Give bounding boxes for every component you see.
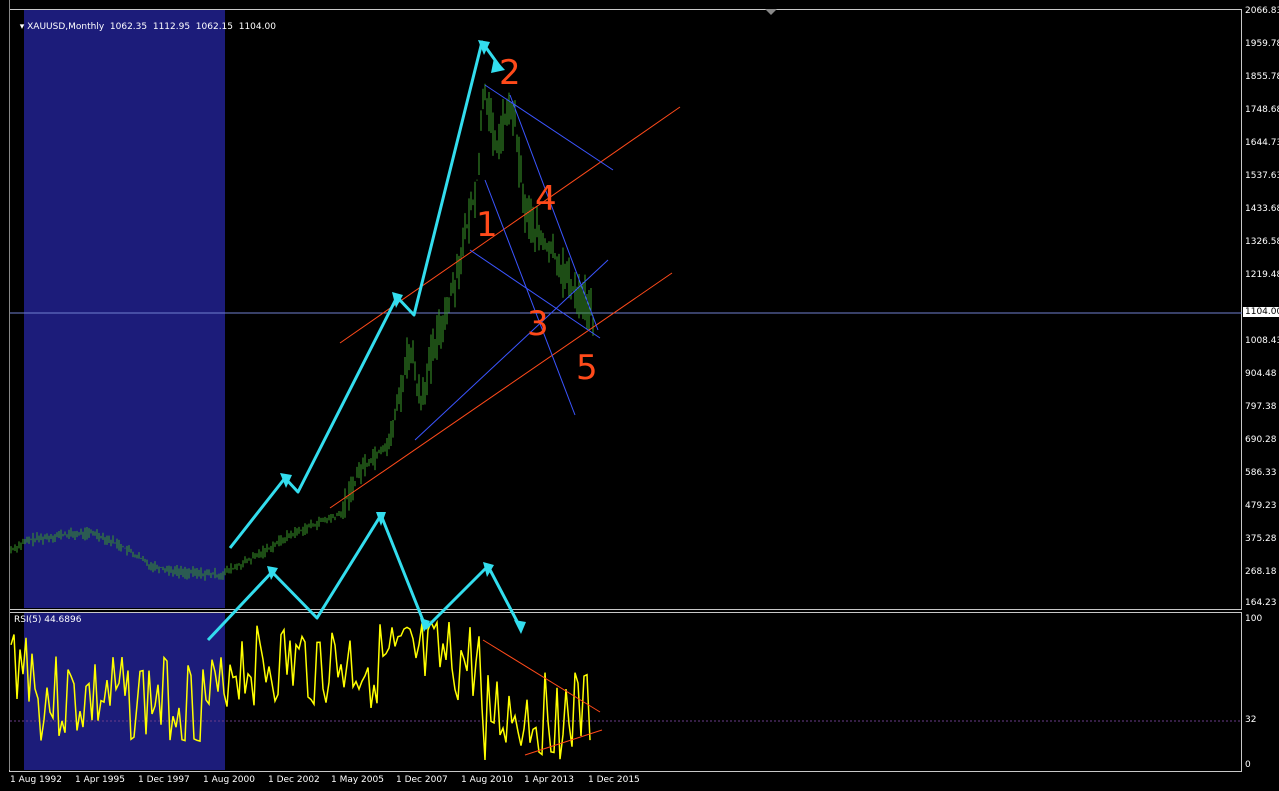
price-axis-label: 1008.43 [1245,336,1279,346]
ohlc-values: 1062.35 1112.95 1062.15 1104.00 [109,22,276,32]
rsi-axis-100: 100 [1245,614,1263,624]
date-axis-label: 1 Aug 2000 [203,775,255,785]
date-axis-label: 1 Dec 2002 [268,775,320,785]
rsi-title: RSI(5) 44.6896 [14,615,82,625]
wave-label-5: 5 [576,348,598,388]
price-axis-label: 586.33 [1245,468,1277,478]
chart-shift-marker-icon[interactable] [765,9,777,15]
price-axis-label: 1433.68 [1245,204,1279,214]
blue-line-1 [484,84,614,171]
wave-label-2: 2 [499,53,521,93]
price-axis-label: 268.18 [1245,567,1277,577]
date-axis-label: 1 Aug 1992 [10,775,62,785]
price-axis-label: 164.23 [1245,598,1277,608]
price-axis-label: 375.28 [1245,534,1277,544]
price-axis-label: 797.38 [1245,402,1277,412]
price-axis-label: 1219.48 [1245,270,1279,280]
price-axis-label: 1959.78 [1245,39,1279,49]
wave-label-3: 3 [527,304,549,344]
current-price-tag: 1104.00 [1243,307,1279,317]
date-axis-label: 1 May 2005 [331,775,384,785]
wave-label-1: 1 [476,205,498,245]
price-axis-label: 1748.68 [1245,105,1279,115]
chart-title: ▾ XAUUSD,Monthly 1062.35 1112.95 1062.15… [14,12,276,32]
rsi-axis-32: 32 [1245,715,1257,725]
blue-line-3 [484,179,576,416]
date-axis-label: 1 Dec 1997 [138,775,190,785]
highlight-region-price [24,10,225,608]
arrowhead-icon [514,620,526,634]
price-axis-label: 1644.73 [1245,138,1279,148]
rsi-upper-trendline [482,639,601,713]
date-axis-label: 1 Aug 2010 [461,775,513,785]
price-axis-label: 1537.63 [1245,171,1279,181]
price-axis-label: 1855.78 [1245,72,1279,82]
chart-canvas [10,9,1242,770]
rsi-axis-0: 0 [1245,760,1251,770]
price-axis-label: 2066.83 [1245,6,1279,16]
price-axis-label: 690.28 [1245,435,1277,445]
symbol-title: XAUUSD,Monthly [27,22,105,32]
price-axis-label: 479.23 [1245,501,1277,511]
date-axis-label: 1 Apr 1995 [75,775,125,785]
date-axis-label: 1 Apr 2013 [524,775,574,785]
price-axis-label: 1326.58 [1245,237,1279,247]
price-axis-label: 904.48 [1245,369,1277,379]
wave-arrow-path-rsi [206,513,522,642]
wave-label-4: 4 [535,179,557,219]
date-axis-label: 1 Dec 2007 [396,775,448,785]
date-axis-label: 1 Dec 2015 [588,775,640,785]
channel-lower-trendline [329,272,673,509]
